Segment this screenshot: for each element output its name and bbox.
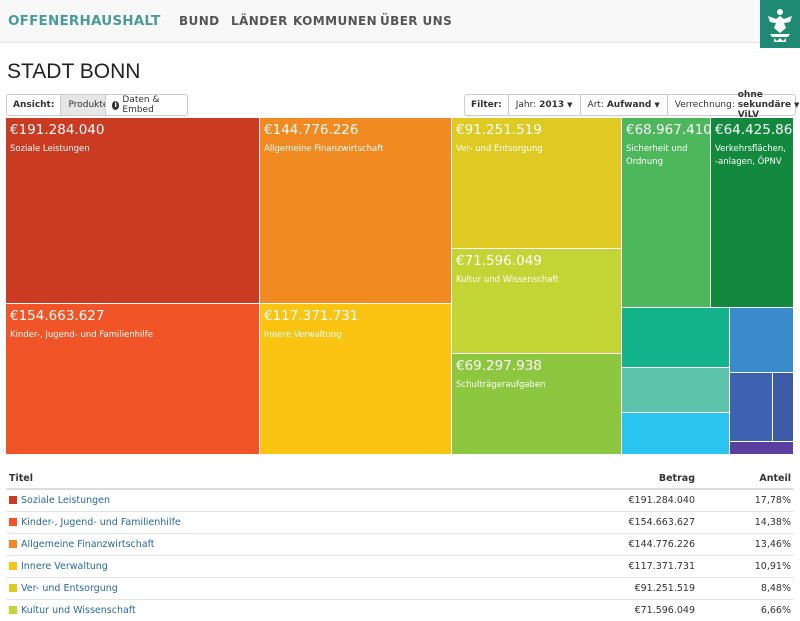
tile-amount: €64.425.863 [715,122,794,138]
caret-down-icon: ▼ [794,101,799,109]
nav-link-laender[interactable]: LÄNDER [231,14,288,28]
row-amount: €71.596.049 [572,600,698,621]
color-swatch [9,540,17,548]
color-swatch [9,518,17,526]
tile-amount: €91.251.519 [456,122,542,138]
budget-table: Titel Betrag Anteil Soziale Leistungen €… [6,468,794,621]
table-row: Soziale Leistungen €191.284.040 17,78% [6,489,794,512]
treemap-tile-innere-verwaltung[interactable]: €117.371.731 Innere Verwaltung [260,304,452,455]
daten-embed-label: Daten & Embed [122,95,181,115]
table-header-row: Titel Betrag Anteil [6,468,794,489]
color-swatch [9,496,17,504]
tile-amount: €154.663.627 [10,308,104,324]
tile-amount: €69.297.938 [456,358,542,374]
verrechnung-value: ohne sekundäre ViLV [738,90,791,120]
art-value: Aufwand [607,100,652,110]
top-navbar: OFFENERHAUSHALT BUND LÄNDER KOMMUNEN ÜBE… [0,0,800,43]
treemap-tile-small-5[interactable] [730,373,773,442]
treemap-tile-small-3[interactable] [622,413,730,455]
treemap-tile-kinder-jugend-familienhilfe[interactable]: €154.663.627 Kinder-, Jugend- und Famili… [6,304,260,455]
tile-amount: €191.284.040 [10,122,104,138]
art-dropdown[interactable]: Art: Aufwand▼ [580,95,667,115]
treemap-tile-schultraegeraufgaben[interactable]: €69.297.938 Schulträgeraufgaben [452,354,622,455]
view-label: Ansicht: [7,100,60,110]
treemap-tile-verkehrsflaechen[interactable]: €64.425.863 Verkehrsflächen, -anlagen, Ö… [711,118,794,308]
row-share: 8,48% [698,578,794,600]
color-swatch [9,584,17,592]
nav-link-ueber-uns[interactable]: ÜBER UNS [380,14,452,28]
row-link[interactable]: Allgemeine Finanzwirtschaft [21,539,155,550]
color-swatch [9,606,17,614]
treemap-tile-kultur-und-wissenschaft[interactable]: €71.596.049 Kultur und Wissenschaft [452,249,622,354]
row-share: 14,38% [698,512,794,534]
column-header-share[interactable]: Anteil [698,468,794,489]
year-value: 2013 [539,100,564,110]
info-icon: i [112,101,119,110]
row-share: 10,91% [698,556,794,578]
nav-link-kommunen[interactable]: KOMMUNEN [293,14,377,28]
brand-link[interactable]: OFFENERHAUSHALT [8,13,160,29]
treemap-tile-allgemeine-finanzwirtschaft[interactable]: €144.776.226 Allgemeine Finanzwirtschaft [260,118,452,304]
tile-label: Verkehrsflächen, -anlagen, ÖPNV [715,143,787,169]
art-prefix: Art: [588,100,604,110]
row-link[interactable]: Kinder-, Jugend- und Familienhilfe [21,517,181,528]
tile-label: Innere Verwaltung [264,329,444,342]
budget-treemap: €191.284.040 Soziale Leistungen €154.663… [6,118,794,455]
column-header-amount[interactable]: Betrag [572,468,698,489]
table-row: Kultur und Wissenschaft €71.596.049 6,66… [6,600,794,621]
tile-amount: €117.371.731 [264,308,358,324]
row-share: 13,46% [698,534,794,556]
tile-label: Soziale Leistungen [10,143,250,156]
treemap-tile-sicherheit-und-ordnung[interactable]: €68.967.410 Sicherheit und Ordnung [622,118,711,308]
row-amount: €91.251.519 [572,578,698,600]
row-amount: €117.371.731 [572,556,698,578]
verrechnung-prefix: Verrechnung: [675,100,735,110]
caret-down-icon: ▼ [567,101,572,109]
tile-label: Kultur und Wissenschaft [456,274,616,287]
table-row: Kinder-, Jugend- und Familienhilfe €154.… [6,512,794,534]
filter-bar: Filter: Jahr: 2013▼ Art: Aufwand▼ Verrec… [464,94,796,116]
verrechnung-dropdown[interactable]: Verrechnung: ohne sekundäre ViLV▼ [667,95,800,115]
tile-label: Ver- und Entsorgung [456,143,616,156]
treemap-tile-small-7[interactable] [730,442,794,455]
tile-label: Kinder-, Jugend- und Familienhilfe [10,329,250,342]
treemap-tile-small-4[interactable] [730,308,794,373]
treemap-tile-small-6[interactable] [773,373,794,442]
tile-amount: €144.776.226 [264,122,358,138]
row-link[interactable]: Ver- und Entsorgung [21,583,118,594]
treemap-tile-soziale-leistungen[interactable]: €191.284.040 Soziale Leistungen [6,118,260,304]
tile-amount: €71.596.049 [456,253,542,269]
table-row: Allgemeine Finanzwirtschaft €144.776.226… [6,534,794,556]
row-link[interactable]: Soziale Leistungen [21,495,110,506]
tile-label: Sicherheit und Ordnung [626,143,698,169]
year-prefix: Jahr: [516,100,536,110]
filter-label: Filter: [465,100,508,110]
row-amount: €191.284.040 [572,489,698,512]
treemap-tile-ver-und-entsorgung[interactable]: €91.251.519 Ver- und Entsorgung [452,118,622,249]
row-share: 6,66% [698,600,794,621]
table-row: Ver- und Entsorgung €91.251.519 8,48% [6,578,794,600]
table-row: Innere Verwaltung €117.371.731 10,91% [6,556,794,578]
tile-label: Allgemeine Finanzwirtschaft [264,143,444,156]
page-title: STADT BONN [7,60,140,84]
nav-link-bund[interactable]: BUND [179,14,220,28]
caret-down-icon: ▼ [654,101,659,109]
eagle-logo-icon[interactable] [760,0,800,48]
tile-amount: €68.967.410 [626,122,711,138]
row-link[interactable]: Kultur und Wissenschaft [21,605,136,616]
column-header-title[interactable]: Titel [6,468,572,489]
daten-embed-button[interactable]: i Daten & Embed [105,94,188,116]
row-link[interactable]: Innere Verwaltung [21,561,108,572]
row-amount: €144.776.226 [572,534,698,556]
row-amount: €154.663.627 [572,512,698,534]
treemap-tile-small-2[interactable] [622,368,730,413]
color-swatch [9,562,17,570]
year-dropdown[interactable]: Jahr: 2013▼ [508,95,580,115]
row-share: 17,78% [698,489,794,512]
treemap-tile-small-1[interactable] [622,308,730,368]
tile-label: Schulträgeraufgaben [456,379,616,392]
